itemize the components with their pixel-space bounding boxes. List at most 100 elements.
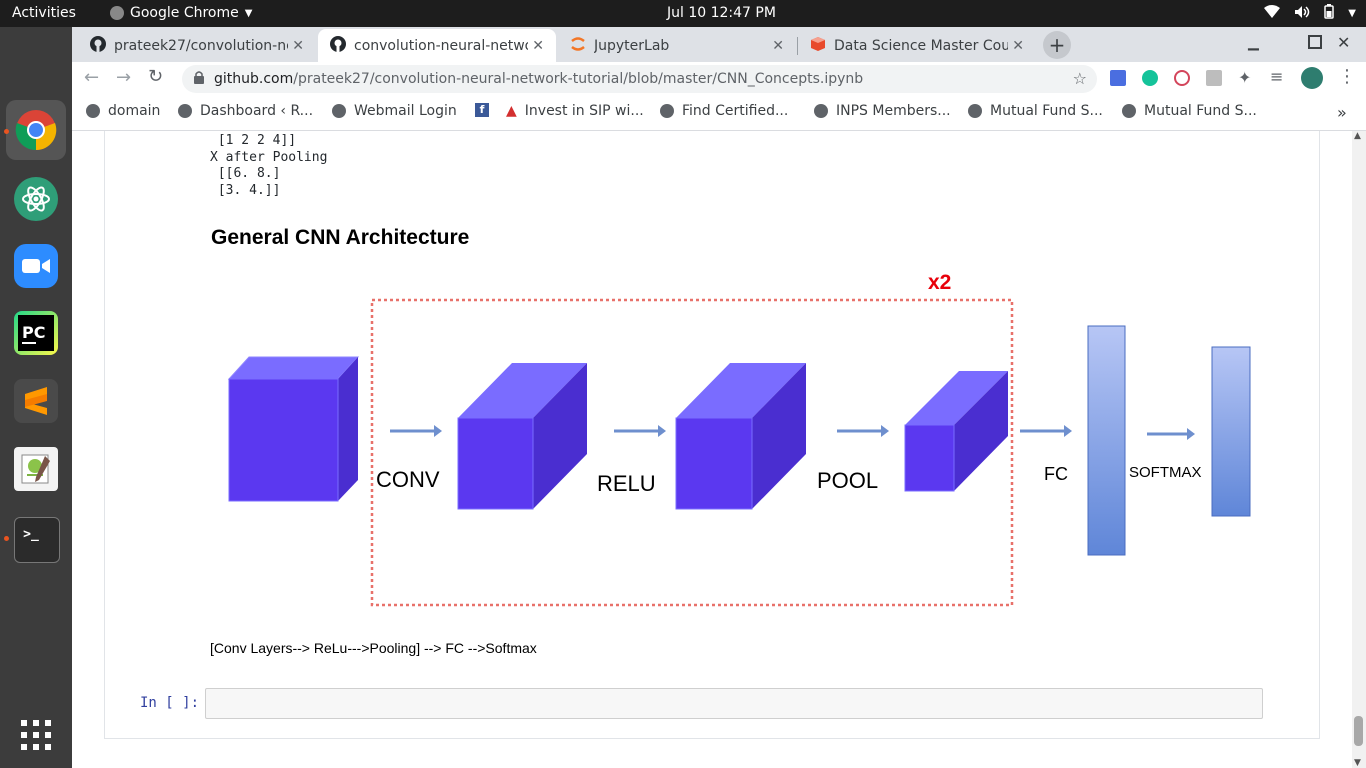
bookmark-invest-sip[interactable]: ▲ Invest in SIP wi... [506, 103, 644, 119]
bookmark-dashboard[interactable]: Dashboard ‹ R... [178, 103, 313, 119]
relu-volume-cube [675, 363, 806, 510]
minimize-button[interactable]: ▁ [1248, 35, 1259, 51]
globe-icon [968, 104, 982, 118]
clock[interactable]: Jul 10 12:47 PM [667, 5, 776, 21]
scrollbar-thumb[interactable] [1354, 716, 1363, 746]
bookmark-webmail[interactable]: Webmail Login [332, 103, 457, 119]
repeat-count-label: x2 [928, 271, 951, 294]
arrow-to-softmax [1147, 428, 1195, 440]
extension-icon[interactable] [1206, 70, 1222, 86]
conv-label: CONV [376, 467, 440, 492]
forward-arrow-icon[interactable]: → [116, 67, 131, 88]
show-apps-icon[interactable] [14, 713, 58, 757]
tab-jupyterlab[interactable]: JupyterLab ✕ [558, 29, 796, 62]
input-prompt: In [ ]: [140, 695, 200, 711]
tab-github-repo[interactable]: prateek27/convolution-ne ✕ [78, 29, 316, 62]
relu-label: RELU [597, 471, 656, 496]
profile-avatar[interactable] [1301, 67, 1323, 89]
bookmark-inps-members[interactable]: INPS Members... [814, 103, 951, 119]
output-line: [1 2 2 4]] [210, 133, 297, 148]
extensions-puzzle-icon[interactable]: ✦ [1238, 68, 1251, 87]
volume-icon [1294, 5, 1310, 23]
bookmark-find-certified[interactable]: Find Certified... [660, 103, 788, 119]
bookmark-mutual-fund-1[interactable]: Mutual Fund S... [968, 103, 1103, 119]
sublime-text-icon[interactable] [14, 379, 58, 423]
tab-title: JupyterLab [594, 37, 670, 54]
tab-notebook[interactable]: convolution-neural-netwo ✕ [318, 29, 556, 62]
ubuntu-top-bar: Activities Google Chrome ▼ Jul 10 12:47 … [0, 0, 1366, 27]
output-line: [3. 4.]] [210, 183, 281, 199]
grammarly-extension-icon[interactable] [1142, 70, 1158, 86]
address-bar[interactable]: github.com/prateek27/convolution-neural-… [182, 65, 1097, 93]
terminal-icon[interactable]: >_ [14, 517, 60, 563]
running-indicator [4, 536, 9, 541]
maximize-button[interactable] [1308, 35, 1322, 49]
close-icon[interactable]: ✕ [772, 38, 784, 54]
url-host: github.com [214, 71, 294, 87]
bookmark-label: domain [108, 103, 161, 119]
pool-label: POOL [817, 468, 878, 493]
course-icon [810, 36, 826, 56]
bookmark-label: Webmail Login [354, 103, 457, 119]
arrow-to-fc [1020, 425, 1072, 437]
github-icon [330, 35, 346, 56]
facebook-icon: f [475, 103, 489, 117]
atom-icon[interactable] [14, 177, 58, 221]
bookmark-domain[interactable]: domain [86, 103, 160, 119]
back-arrow-icon[interactable]: ← [84, 67, 99, 88]
close-window-button[interactable]: ✕ [1337, 33, 1350, 52]
close-icon[interactable]: ✕ [1012, 38, 1024, 54]
globe-icon [178, 104, 192, 118]
bookmark-mutual-fund-2[interactable]: Mutual Fund S... [1122, 103, 1257, 119]
softmax-label: SOFTMAX [1129, 464, 1202, 481]
arrow-to-conv [390, 425, 442, 437]
scroll-down-arrow-icon[interactable]: ▼ [1354, 758, 1361, 768]
scrollbar-track[interactable]: ▲ ▼ [1352, 131, 1366, 768]
system-tray[interactable]: ▼ [1264, 4, 1356, 23]
chrome-icon[interactable] [6, 100, 66, 160]
bookmark-star-icon[interactable]: ☆ [1073, 69, 1087, 88]
fc-label: FC [1044, 464, 1068, 484]
section-heading: General CNN Architecture [211, 226, 470, 249]
ubuntu-dock: PC >_ [0, 27, 72, 768]
pocket-extension-icon[interactable] [1174, 70, 1190, 86]
tab-data-science-course[interactable]: Data Science Master Cour ✕ [798, 29, 1036, 62]
browser-toolbar: ← → ↻ github.com/prateek27/convolution-n… [72, 62, 1366, 95]
globe-icon [1122, 104, 1136, 118]
close-icon[interactable]: ✕ [292, 38, 304, 54]
code-input-cell[interactable] [205, 688, 1263, 719]
activities-button[interactable]: Activities [12, 5, 76, 21]
reading-list-icon[interactable]: ≡ [1270, 67, 1283, 86]
fc-layer-bar [1087, 325, 1126, 556]
globe-icon [86, 104, 100, 118]
output-line: X after Pooling [210, 149, 328, 165]
zoom-icon[interactable] [14, 244, 58, 288]
new-tab-button[interactable]: + [1043, 31, 1071, 59]
tab-strip: prateek27/convolution-ne ✕ convolution-n… [72, 27, 1366, 62]
arrow-to-pool [837, 425, 889, 437]
app-menu[interactable]: Google Chrome ▼ [110, 5, 252, 21]
cell-output: [1 2 2 4]] X after Pooling [[6. 8.] [3. … [210, 133, 327, 200]
bookmark-facebook[interactable]: f [475, 103, 489, 117]
url-path: /prateek27/convolution-neural-network-tu… [293, 71, 864, 87]
pycharm-icon[interactable]: PC [14, 311, 58, 355]
scroll-up-arrow-icon[interactable]: ▲ [1354, 131, 1361, 141]
wifi-icon [1264, 4, 1281, 23]
bookmark-label: INPS Members... [836, 103, 951, 119]
reload-icon[interactable]: ↻ [148, 66, 163, 87]
dropdown-arrow-icon: ▼ [244, 7, 253, 19]
globe-icon [332, 104, 346, 118]
diagram-caption: [Conv Layers--> ReLu--->Pooling] --> FC … [210, 640, 537, 656]
bookmarks-overflow-icon[interactable]: » [1337, 103, 1347, 122]
globe-icon [814, 104, 828, 118]
gedit-icon[interactable] [14, 447, 58, 491]
jupyter-icon [570, 36, 586, 56]
chrome-menu-icon[interactable]: ⋮ [1338, 66, 1356, 87]
globe-icon [660, 104, 674, 118]
input-volume-cube [227, 356, 360, 502]
running-indicator [4, 129, 9, 134]
translate-extension-icon[interactable] [1110, 70, 1126, 86]
close-icon[interactable]: ✕ [532, 38, 544, 54]
cnn-architecture-diagram: x2 CONV RELU POOL FC SOFTMAX [227, 271, 1251, 607]
bookmark-label: Dashboard ‹ R... [200, 103, 314, 119]
